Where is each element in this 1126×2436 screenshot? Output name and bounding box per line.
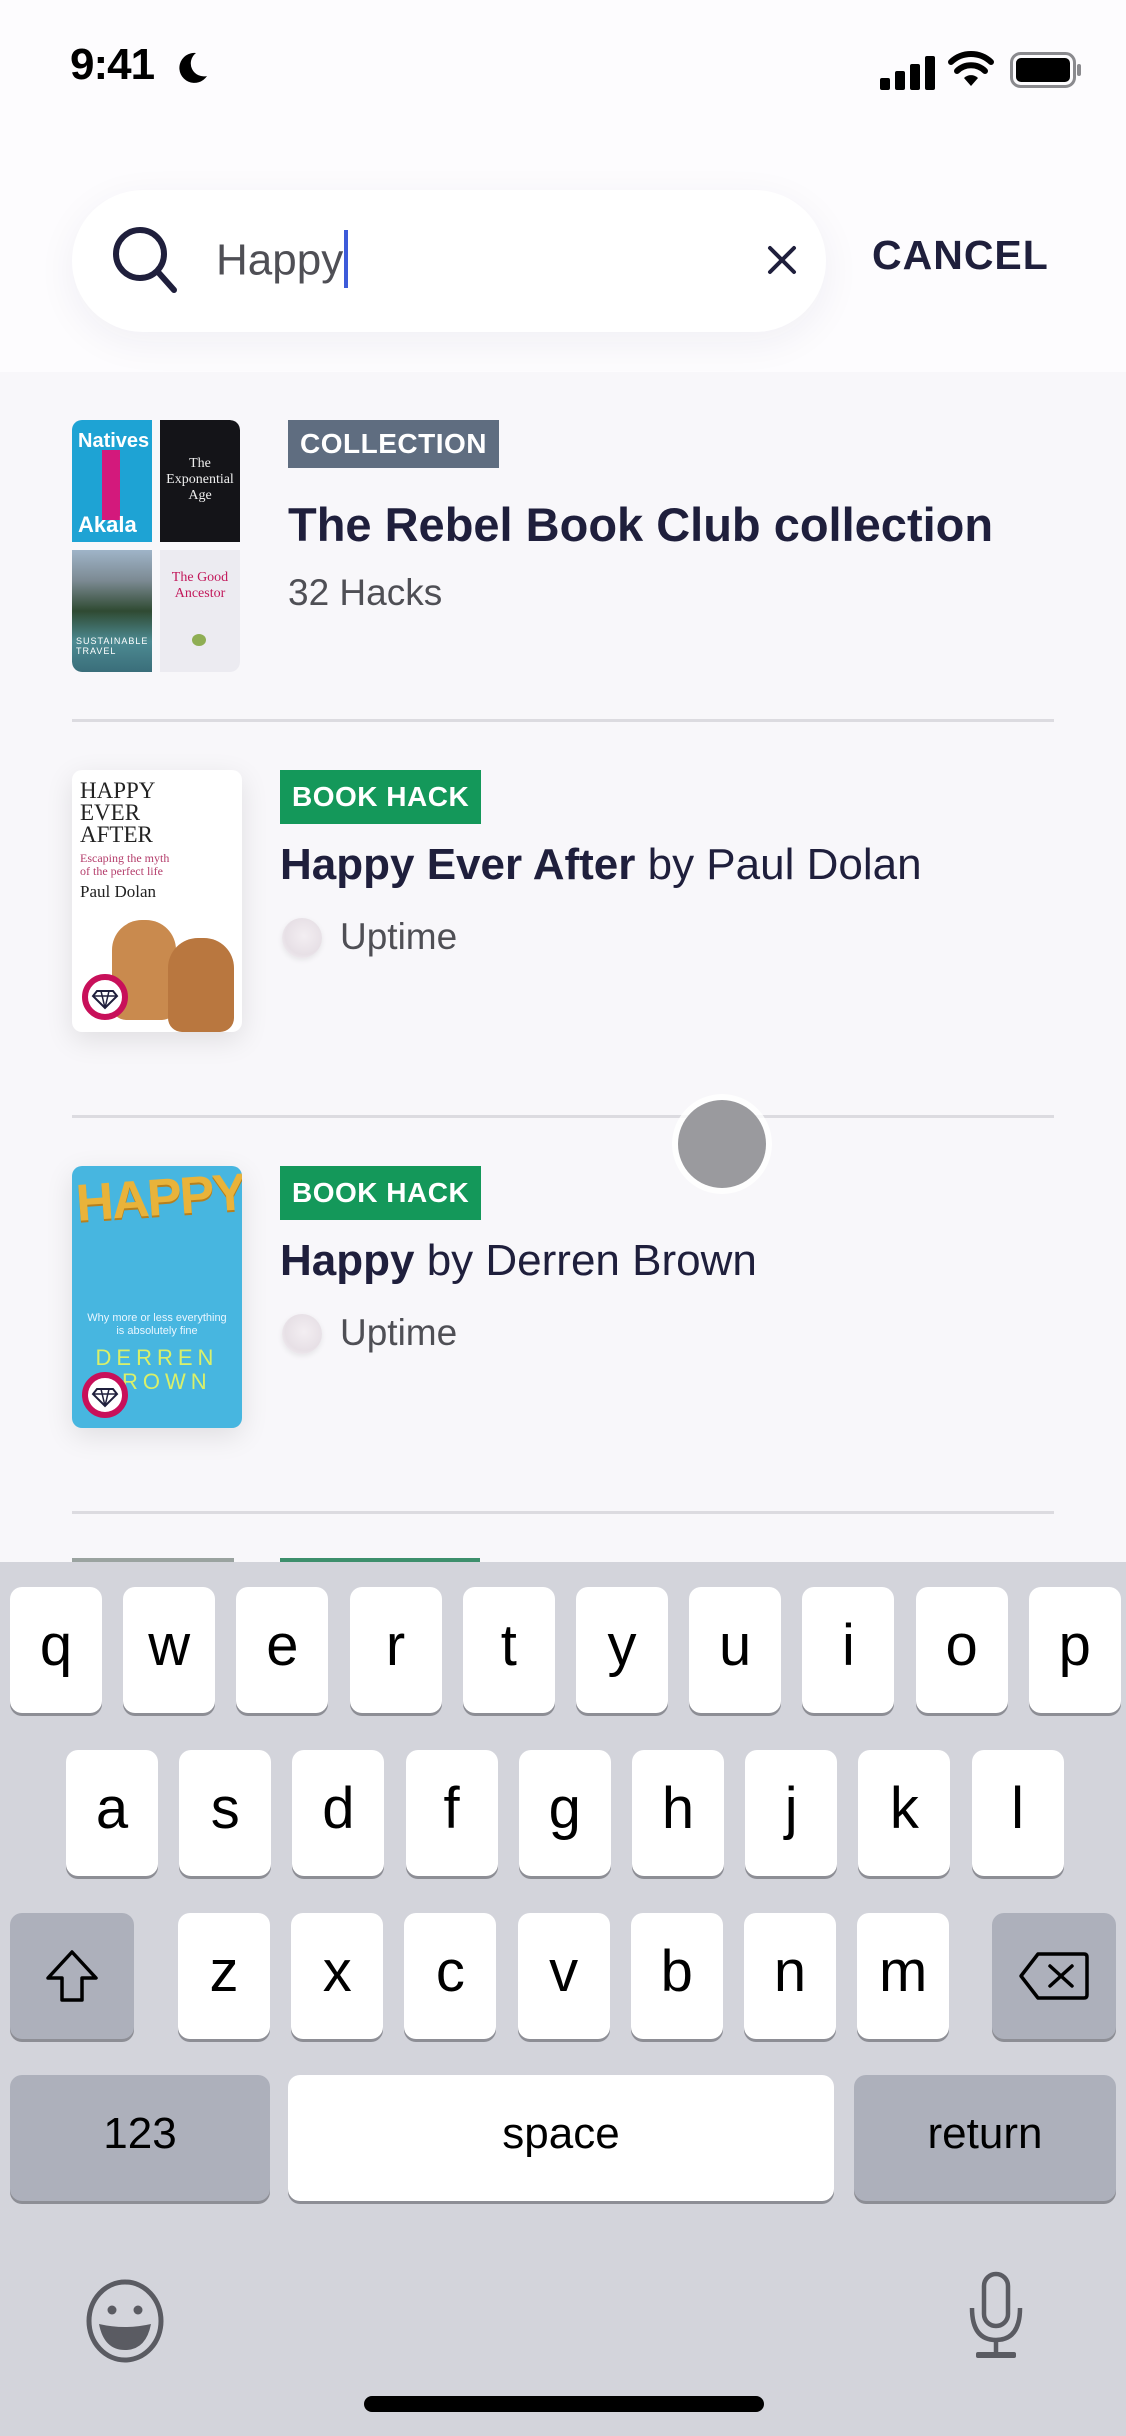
diamond-icon [91,990,119,1010]
wifi-icon [948,51,994,86]
numbers-key[interactable]: 123 [10,2075,270,2201]
key-a[interactable]: a [66,1750,158,1876]
divider [72,1115,1054,1118]
result-title-author: by Derren Brown [414,1236,757,1285]
key-b[interactable]: b [630,1913,723,2039]
key-r[interactable]: r [349,1587,442,1713]
key-o[interactable]: o [915,1587,1008,1713]
result-title-book: Happy Ever After [280,840,636,889]
key-d[interactable]: d [292,1750,385,1876]
cover-title-line: HAPPY [80,778,156,803]
key-n[interactable]: n [744,1913,836,2039]
keyboard: qwertyuiop asdfghjkl zxcvbnm 123 space r… [0,1562,1126,2436]
cover-tagline: Why more or less everything is absolutel… [87,1312,227,1337]
key-e[interactable]: e [236,1587,329,1713]
result-title-author: by Paul Dolan [635,840,922,889]
premium-badge [82,974,128,1020]
result-title: The Rebel Book Club collection [288,498,994,551]
divider [72,719,1054,722]
type-tag-book-hack: BOOK HACK [280,1166,482,1220]
result-title-book: Happy [280,1236,415,1285]
status-time: 9:41 [70,40,155,89]
cover-exponential-title: The Exponential Age [166,456,234,503]
key-g[interactable]: g [518,1750,611,1876]
search-input[interactable]: Happy [216,230,349,292]
cover-title: HAPPY [74,1166,242,1233]
key-y[interactable]: y [576,1587,668,1713]
emoji-icon[interactable] [84,2278,166,2364]
return-key[interactable]: return [854,2075,1116,2201]
type-tag-collection: COLLECTION [288,420,499,468]
cancel-button[interactable]: CANCEL [872,232,1049,279]
key-k[interactable]: k [858,1750,951,1876]
key-f[interactable]: f [405,1750,498,1876]
type-tag-book-hack: BOOK HACK [280,770,482,824]
battery-icon [1010,52,1081,88]
search-input-value: Happy [216,235,344,285]
cover-natives-statue [102,450,120,520]
cellular-signal-icon [880,56,935,90]
text-caret [344,230,349,288]
backspace-icon [1019,1952,1089,2000]
cover-good-ancestor: The Good Ancestor [160,550,240,672]
key-t[interactable]: t [462,1587,555,1713]
cover-sustainable-travel: SUSTAINABLE TRAVEL [72,550,152,672]
key-z[interactable]: z [178,1913,270,2039]
shift-key[interactable] [10,1913,134,2039]
key-h[interactable]: h [632,1750,724,1876]
divider [72,1511,1054,1514]
cover-author-line: DERREN [95,1345,219,1370]
cover-good-ancestor-title: The Good Ancestor [171,570,229,601]
search-screen: 9:41 Happy CANCEL Natives Akala The Expo… [0,0,1126,2436]
moon-icon [179,52,207,83]
key-u[interactable]: u [689,1587,782,1713]
key-v[interactable]: v [517,1913,610,2039]
cover-tagline: Escaping the myth of the perfect life [80,851,170,878]
space-key[interactable]: space [288,2075,834,2201]
search-icon [113,227,177,293]
cover-title-line: AFTER [80,822,153,847]
cover-exponential-age: The Exponential Age [160,420,240,542]
cover-acorn [192,634,206,646]
key-j[interactable]: j [745,1750,838,1876]
source-label: Uptime [340,916,458,957]
diamond-icon [91,1388,119,1408]
key-i[interactable]: i [802,1587,895,1713]
close-icon[interactable] [762,240,802,280]
collection-cover-grid: Natives Akala The Exponential Age SUSTAINA… [72,420,240,672]
book-cover-happy: HAPPY Why more or less everything is abs… [72,1166,242,1428]
cover-title: HAPPY EVER AFTER [80,778,156,847]
cover-natives: Natives Akala [72,420,152,542]
search-field[interactable]: Happy [72,190,826,332]
result-title: Happy by Derren Brown [280,1236,757,1286]
result-subtitle: 32 Hacks [288,572,443,613]
header: 9:41 Happy CANCEL [0,0,1126,372]
key-q[interactable]: q [10,1587,102,1713]
key-l[interactable]: l [971,1750,1064,1876]
shift-icon [46,1950,98,2002]
key-s[interactable]: s [179,1750,272,1876]
cover-natives-author: Akala [78,512,137,537]
cover-gingerbread-2 [168,938,234,1032]
backspace-key[interactable] [992,1913,1116,2039]
uptime-logo-icon [282,918,322,958]
cover-title-line: EVER [80,800,141,825]
touch-indicator [678,1100,766,1188]
source-label: Uptime [340,1312,458,1353]
key-w[interactable]: w [123,1587,216,1713]
cover-sustainable-title: SUSTAINABLE TRAVEL [76,636,149,656]
key-p[interactable]: p [1028,1587,1121,1713]
book-cover-happy-ever-after: HAPPY EVER AFTER Escaping the myth of th… [72,770,242,1032]
key-x[interactable]: x [291,1913,384,2039]
uptime-logo-icon [282,1314,322,1354]
cover-author: Paul Dolan [80,882,157,901]
microphone-icon[interactable] [966,2270,1026,2360]
home-indicator[interactable] [364,2396,764,2412]
premium-badge [82,1372,128,1418]
key-m[interactable]: m [857,1913,950,2039]
key-c[interactable]: c [404,1913,497,2039]
result-title: Happy Ever After by Paul Dolan [280,840,922,890]
